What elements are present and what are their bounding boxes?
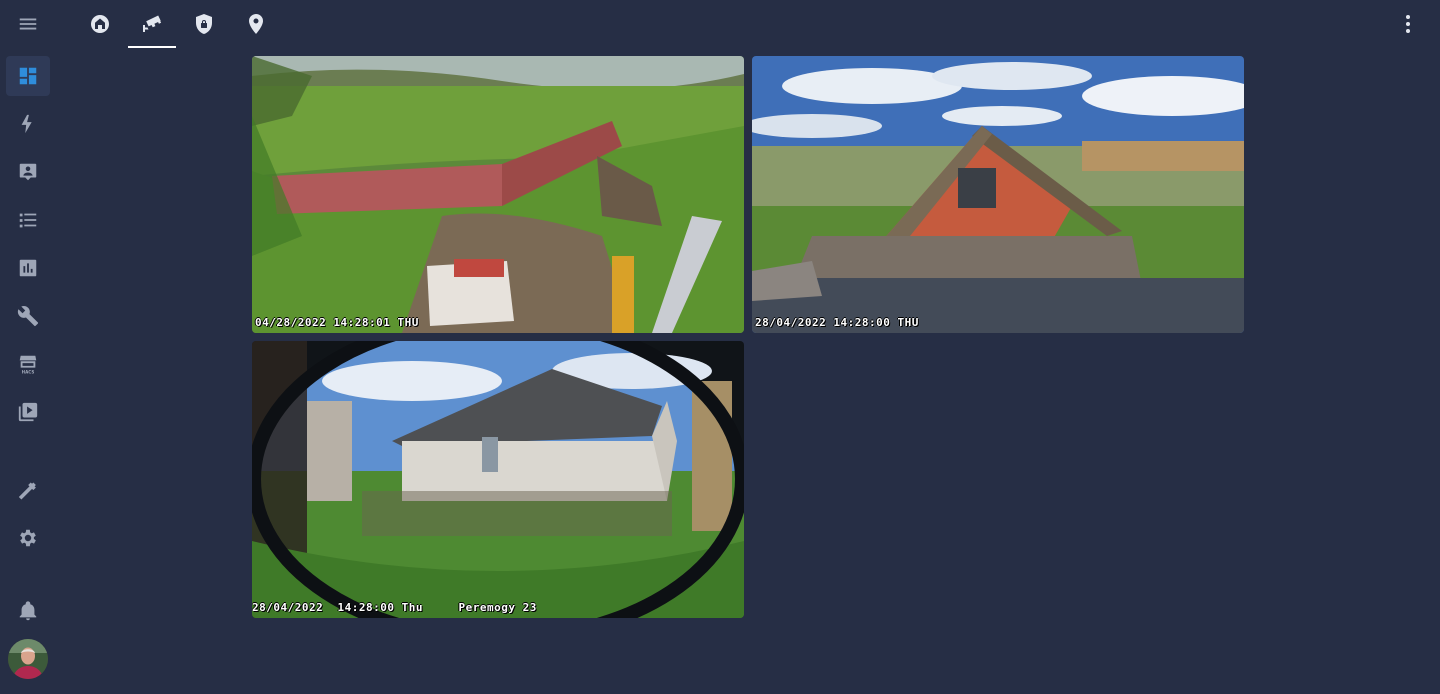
- menu-button[interactable]: [6, 4, 50, 44]
- sidebar-item-history[interactable]: [6, 248, 50, 288]
- dots-vertical-icon: [1406, 15, 1410, 33]
- sidebar: HACS: [0, 0, 56, 694]
- camera-card-house[interactable]: 28/04/2022 14:28:00 Thu Peremogy 23: [252, 341, 744, 618]
- svg-text:HACS: HACS: [22, 370, 35, 375]
- list-icon: [19, 213, 37, 228]
- camera-image-yard: [252, 56, 744, 333]
- tab-security[interactable]: [180, 0, 228, 48]
- security-icon: [196, 14, 212, 34]
- settings-icon: [20, 529, 36, 547]
- camera-timestamp: 28/04/2022 14:28:00 THU: [755, 316, 919, 329]
- cctv-icon: [143, 15, 162, 32]
- notifications-button[interactable]: [6, 591, 50, 631]
- energy-icon: [21, 114, 32, 134]
- dashboard-icon: [19, 67, 37, 85]
- logbook-icon: [19, 163, 37, 181]
- home-icon: [90, 15, 109, 33]
- tab-cameras[interactable]: [128, 0, 176, 48]
- wrench-icon: [17, 306, 39, 327]
- camera-card-yard[interactable]: 04/28/2022 14:28:01 THU: [252, 56, 744, 333]
- sidebar-item-logbook[interactable]: [6, 152, 50, 192]
- camera-timestamp: 04/28/2022 14:28:01 THU: [255, 316, 419, 329]
- sidebar-item-energy[interactable]: [6, 104, 50, 144]
- user-avatar[interactable]: [8, 639, 48, 679]
- sidebar-item-media[interactable]: [6, 392, 50, 432]
- media-icon: [18, 402, 38, 422]
- camera-card-roof[interactable]: 28/04/2022 14:28:00 THU: [752, 56, 1244, 333]
- sidebar-item-hacs[interactable]: HACS: [6, 344, 50, 384]
- user-photo: [8, 639, 48, 679]
- top-toolbar: [56, 0, 1440, 48]
- tab-location[interactable]: [232, 0, 280, 48]
- developer-tools-icon: [18, 482, 36, 500]
- hacs-icon: HACS: [19, 355, 37, 375]
- menu-icon: [19, 18, 37, 30]
- history-icon: [19, 259, 37, 277]
- sidebar-item-developer-tools[interactable]: [6, 470, 50, 510]
- camera-image-house: [252, 341, 744, 618]
- sidebar-item-settings[interactable]: [6, 518, 50, 558]
- notifications-icon: [19, 601, 37, 621]
- map-marker-icon: [249, 14, 263, 34]
- overflow-menu-button[interactable]: [1396, 12, 1420, 36]
- sidebar-item-overview[interactable]: [6, 56, 50, 96]
- sidebar-item-config[interactable]: [6, 296, 50, 336]
- camera-timestamp: 28/04/2022 14:28:00 Thu Peremogy 23: [252, 601, 537, 614]
- camera-image-roof: [752, 56, 1244, 333]
- tab-home[interactable]: [76, 0, 124, 48]
- sidebar-item-list[interactable]: [6, 200, 50, 240]
